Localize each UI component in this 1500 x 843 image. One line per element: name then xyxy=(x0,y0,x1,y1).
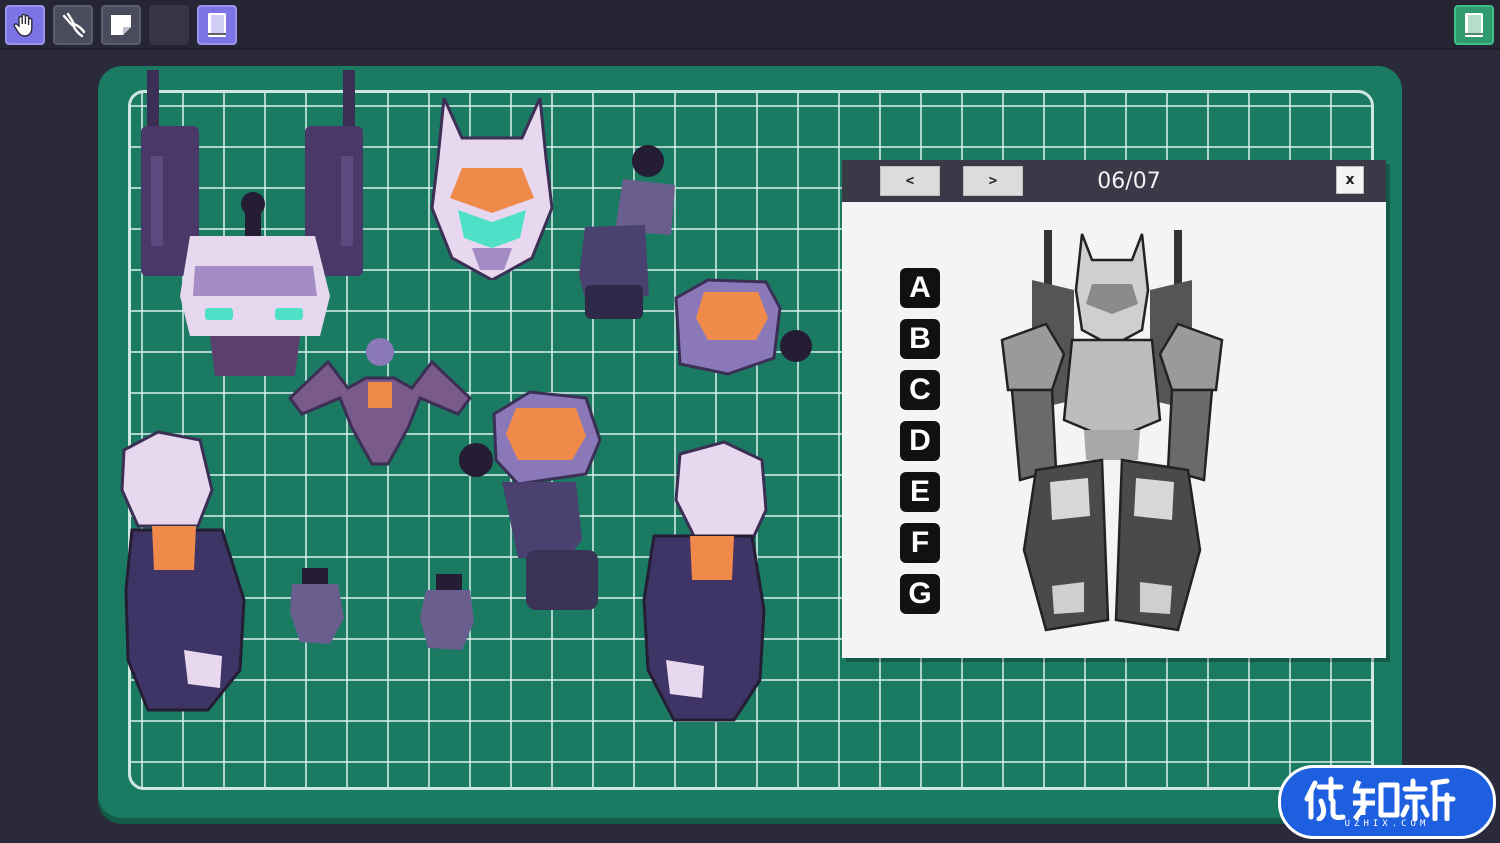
manual-tool-button[interactable] xyxy=(197,5,237,45)
site-watermark-logo: UZHIX.COM xyxy=(1278,765,1496,839)
part-letter-c[interactable]: C xyxy=(900,370,940,410)
book-icon xyxy=(1465,13,1483,37)
left-leg-part[interactable] xyxy=(118,430,248,716)
hand-icon xyxy=(13,13,33,37)
sticker-tool-button[interactable] xyxy=(101,5,141,45)
forearm-part[interactable] xyxy=(458,390,608,614)
pliers-icon xyxy=(62,12,86,38)
manual-toggle-button[interactable] xyxy=(1454,5,1494,45)
book-icon xyxy=(208,13,226,37)
close-button[interactable]: x xyxy=(1336,166,1364,194)
watermark-logo-lettering xyxy=(1304,776,1456,821)
top-toolbar xyxy=(0,0,1500,50)
hand-tool-button[interactable] xyxy=(5,5,45,45)
watermark-domain: UZHIX.COM xyxy=(1344,819,1430,829)
next-page-button[interactable]: > xyxy=(963,166,1023,196)
blueprint-header: < > 06/07 x xyxy=(842,160,1386,202)
part-letter-g[interactable]: G xyxy=(900,574,940,614)
pliers-tool-button[interactable] xyxy=(53,5,93,45)
previous-page-button[interactable]: < xyxy=(880,166,940,196)
page-indicator: 06/07 xyxy=(1097,168,1161,194)
foot-part-a[interactable] xyxy=(288,566,348,646)
right-leg-part[interactable] xyxy=(640,440,770,726)
shoulder-part[interactable] xyxy=(668,278,816,378)
part-letter-a[interactable]: A xyxy=(900,268,940,308)
part-letter-d[interactable]: D xyxy=(900,421,940,461)
part-letter-b[interactable]: B xyxy=(900,319,940,359)
empty-tool-slot[interactable] xyxy=(149,5,189,45)
part-letter-e[interactable]: E xyxy=(900,472,940,512)
sticker-icon xyxy=(111,15,131,35)
blueprint-window: < > 06/07 x A B C D E F G xyxy=(842,160,1386,658)
chest-core-part[interactable] xyxy=(288,338,472,468)
part-letter-list: A B C D E F G xyxy=(900,268,940,625)
part-letter-f[interactable]: F xyxy=(900,523,940,563)
head-part[interactable] xyxy=(422,98,562,280)
assembled-mech-reference xyxy=(1000,230,1224,632)
